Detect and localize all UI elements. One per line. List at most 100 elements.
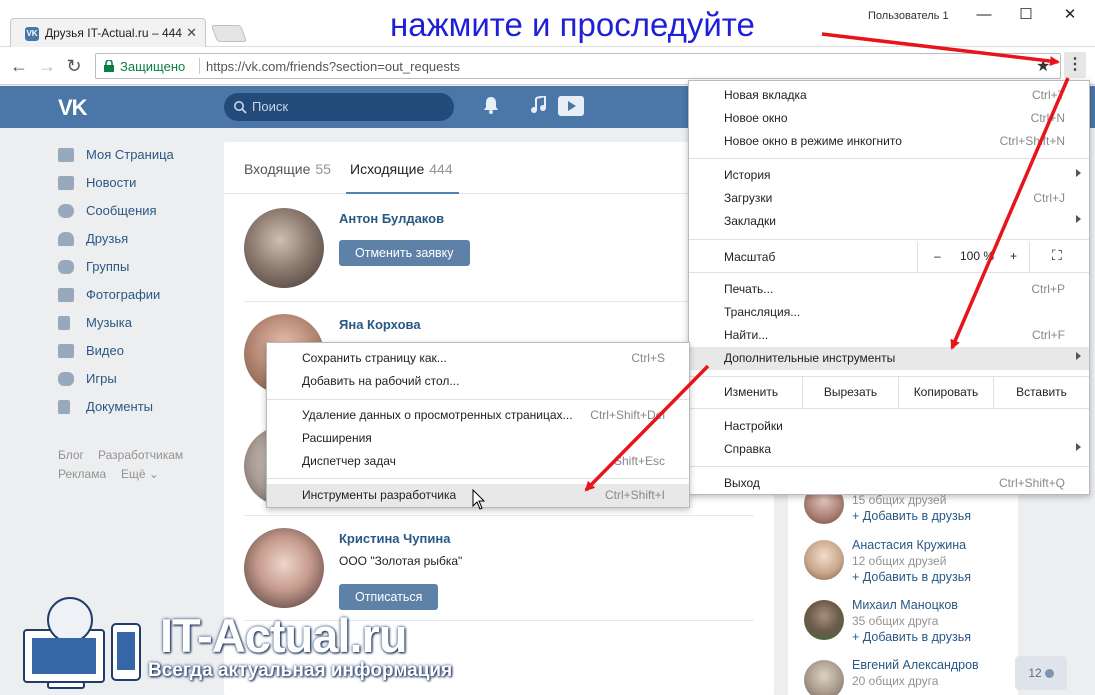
mutual-friends-count: 20 общих друга [852, 674, 939, 688]
forward-button[interactable]: → [36, 55, 58, 77]
request-row: Кристина Чупина ООО "Золотая рыбка" Отпи… [244, 528, 754, 610]
menu-item-incognito[interactable]: Новое окно в режиме инкогнито Ctrl+Shift… [689, 130, 1089, 153]
row-divider [244, 515, 754, 516]
cancel-request-button[interactable]: Отменить заявку [339, 240, 470, 266]
suggested-friend: Михаил Маноцков 35 общих друга + Добавит… [804, 596, 1014, 652]
add-friend-link[interactable]: + Добавить в друзья [852, 570, 971, 584]
menu-item-label: Изменить [724, 385, 779, 399]
avatar[interactable] [804, 660, 844, 695]
address-separator [199, 58, 200, 74]
suggested-friend: Евгений Александров 20 общих друга [804, 656, 1014, 695]
close-window-button[interactable]: ✕ [1052, 5, 1088, 25]
suggested-friend-name[interactable]: Михаил Маноцков [852, 598, 958, 612]
menu-item-label: Инструменты разработчика [302, 488, 457, 502]
badge-count: 12 [1028, 666, 1042, 680]
menu-item-help[interactable]: Справка [689, 438, 1089, 461]
menu-item-shortcut: Ctrl+N [1030, 111, 1065, 125]
person-name[interactable]: Кристина Чупина [339, 531, 450, 546]
footer-more-link[interactable]: Ещё ⌄ [121, 467, 159, 481]
menu-item-more-tools[interactable]: Дополнительные инструменты [689, 347, 1089, 370]
player-play-icon[interactable] [558, 96, 584, 116]
avatar[interactable] [244, 208, 324, 288]
bell-icon[interactable] [483, 96, 499, 114]
add-friend-link[interactable]: + Добавить в друзья [852, 630, 971, 644]
submenu-item-add-to-desktop[interactable]: Добавить на рабочий стол... [267, 370, 689, 393]
reload-button[interactable]: ↻ [63, 55, 85, 77]
zoom-in-button[interactable]: + [1010, 249, 1017, 263]
suggested-friend-name[interactable]: Анастасия Кружина [852, 538, 966, 552]
submenu-arrow-icon [1076, 352, 1081, 360]
url-text[interactable]: https://vk.com/friends?section=out_reque… [206, 59, 460, 74]
menu-item-bookmarks[interactable]: Закладки [689, 210, 1089, 233]
avatar[interactable] [804, 600, 844, 640]
menu-item-cast[interactable]: Трансляция... [689, 301, 1089, 324]
tab-label: Входящие [244, 161, 311, 177]
fullscreen-icon[interactable]: ⛶ [1052, 247, 1062, 264]
messages-icon [58, 204, 74, 218]
sidebar-item-label: Игры [86, 371, 117, 386]
submenu-arrow-icon [1076, 169, 1081, 177]
submenu-item-extensions[interactable]: Расширения [267, 427, 689, 450]
minimize-button[interactable]: — [966, 5, 1002, 25]
submenu-item-task-manager[interactable]: Диспетчер задач Shift+Esc [267, 450, 689, 473]
new-tab-button[interactable] [210, 25, 248, 42]
tab-incoming[interactable]: Входящие 55 [244, 161, 331, 177]
back-button[interactable]: ← [8, 55, 30, 77]
submenu-item-save-page[interactable]: Сохранить страницу как... Ctrl+S [267, 347, 689, 370]
menu-item-exit[interactable]: Выход Ctrl+Shift+Q [689, 472, 1089, 495]
menu-item-shortcut: Ctrl+Shift+N [999, 134, 1065, 148]
menu-item-label: Масштаб [724, 250, 776, 264]
zoom-out-button[interactable]: – [934, 249, 941, 263]
mutual-friends-count: 15 общих друзей [852, 493, 947, 507]
vk-search-input[interactable]: Поиск [224, 93, 454, 121]
maximize-button[interactable]: ☐ [1008, 5, 1044, 25]
music-note-icon[interactable] [530, 96, 546, 114]
person-icon [1044, 669, 1054, 679]
menu-item-shortcut: Ctrl+S [631, 351, 665, 365]
tab-close-icon[interactable]: ✕ [186, 25, 197, 41]
news-icon [58, 176, 74, 190]
tab-outgoing[interactable]: Исходящие 444 [350, 161, 453, 177]
person-workplace: ООО "Золотая рыбка" [339, 554, 463, 568]
person-name[interactable]: Яна Корхова [339, 317, 421, 332]
sidebar-item-label: Друзья [86, 231, 129, 246]
unsubscribe-button[interactable]: Отписаться [339, 584, 439, 610]
suggested-friend-name[interactable]: Евгений Александров [852, 658, 979, 672]
avatar[interactable] [804, 540, 844, 580]
friends-online-badge[interactable]: 12 [1015, 656, 1067, 690]
cut-button[interactable]: Вырезать [802, 377, 898, 408]
menu-item-label: Трансляция... [724, 305, 801, 319]
footer-ads-link[interactable]: Реклама [58, 467, 106, 481]
copy-button[interactable]: Копировать [898, 377, 993, 408]
person-name[interactable]: Антон Булдаков [339, 211, 444, 226]
mouse-cursor-icon [472, 489, 486, 510]
watermark-slogan: Всегда актуальная информация [148, 660, 453, 681]
submenu-item-clear-data[interactable]: Удаление данных о просмотренных страница… [267, 404, 689, 427]
sidebar-item-label: Новости [86, 175, 137, 190]
video-icon [58, 344, 74, 358]
menu-item-print[interactable]: Печать... Ctrl+P [689, 278, 1089, 301]
bookmark-star-icon[interactable]: ★ [1036, 56, 1050, 76]
sidebar-item-label: Видео [86, 343, 124, 358]
row-divider [244, 301, 754, 302]
menu-item-downloads[interactable]: Загрузки Ctrl+J [689, 187, 1089, 210]
menu-item-settings[interactable]: Настройки [689, 415, 1089, 438]
menu-item-new-tab[interactable]: Новая вкладка Ctrl+T [689, 84, 1089, 107]
address-bar[interactable]: Защищено https://vk.com/friends?section=… [95, 53, 1061, 79]
footer-blog-link[interactable]: Блог [58, 448, 84, 462]
tab-count: 444 [429, 161, 453, 177]
avatar[interactable] [244, 528, 324, 608]
menu-item-shortcut: Ctrl+J [1033, 191, 1065, 205]
vk-logo[interactable]: VK [58, 95, 88, 121]
add-friend-link[interactable]: + Добавить в друзья [852, 509, 971, 523]
menu-item-history[interactable]: История [689, 164, 1089, 187]
profile-name[interactable]: Пользователь 1 [868, 10, 949, 22]
menu-item-find[interactable]: Найти... Ctrl+F [689, 324, 1089, 347]
chrome-menu-button[interactable]: ⋮ [1064, 52, 1086, 78]
footer-developers-link[interactable]: Разработчикам [98, 448, 183, 462]
menu-separator [689, 239, 1089, 240]
tab-title: Друзья IT-Actual.ru – 444 [45, 26, 182, 40]
paste-button[interactable]: Вставить [993, 377, 1089, 408]
browser-tab[interactable]: VK Друзья IT-Actual.ru – 444 ✕ [10, 18, 206, 47]
menu-item-new-window[interactable]: Новое окно Ctrl+N [689, 107, 1089, 130]
